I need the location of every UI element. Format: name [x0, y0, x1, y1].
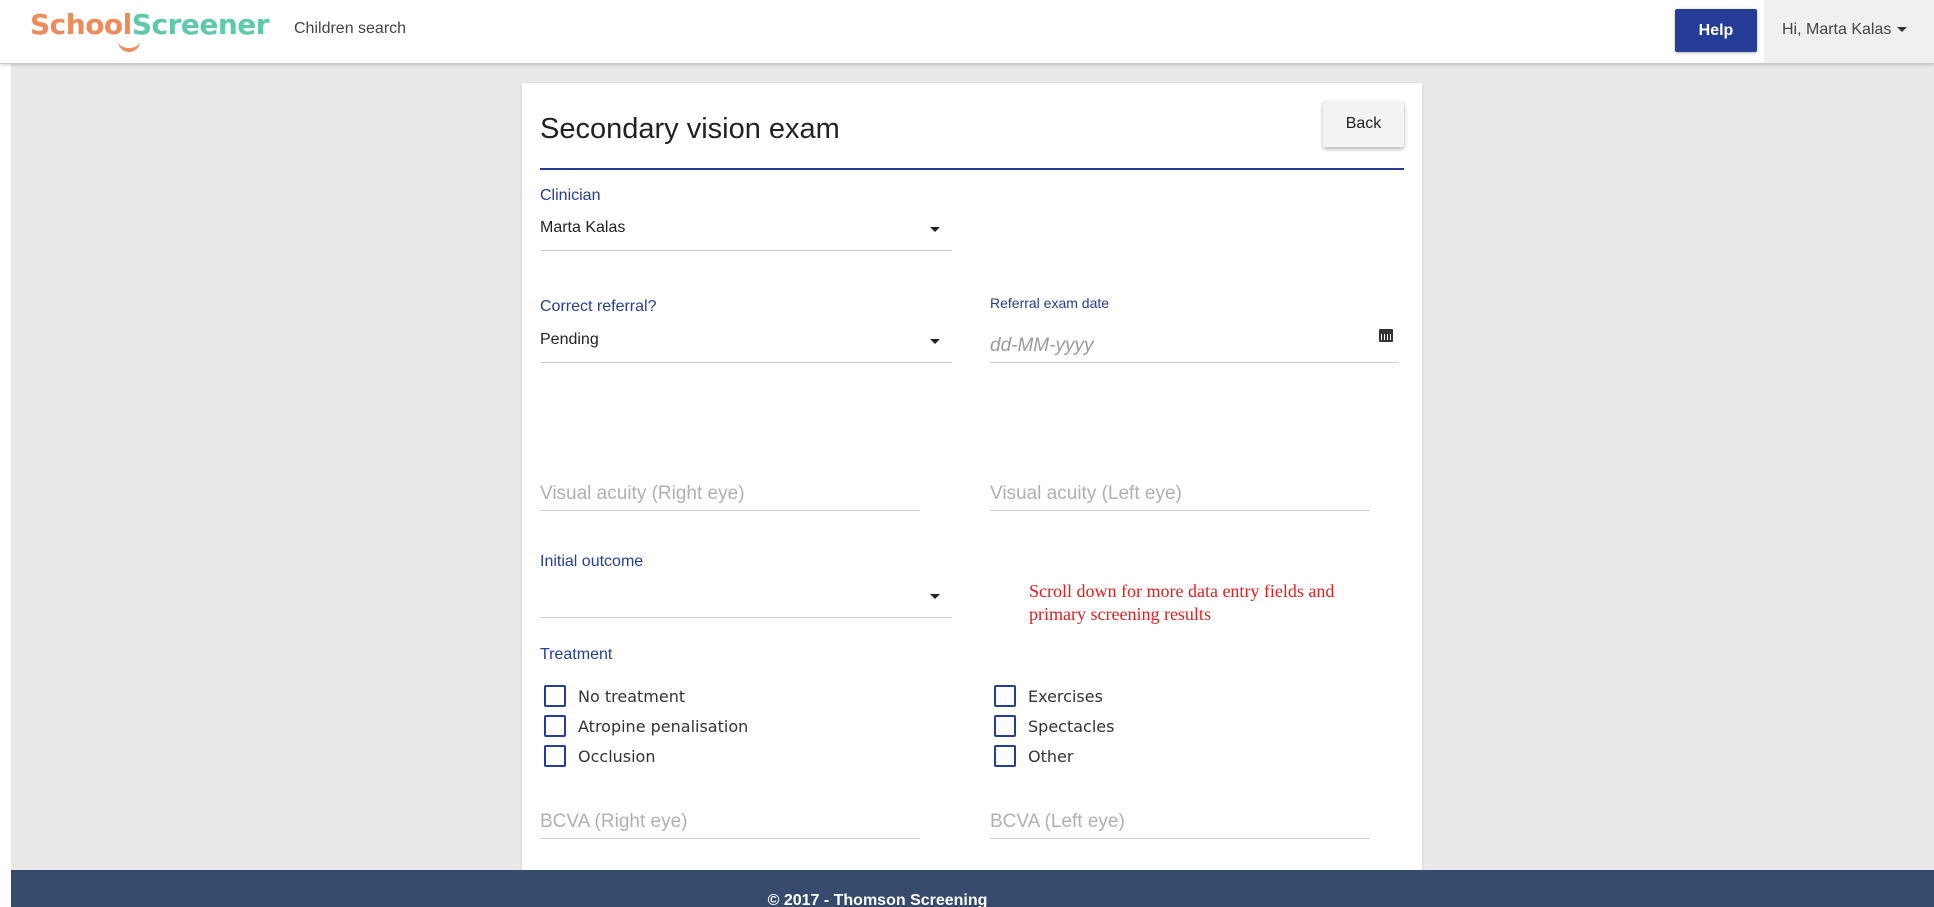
checkbox-label: Other: [1028, 746, 1074, 766]
visual-acuity-right-placeholder: Visual acuity (Right eye): [540, 483, 745, 504]
treatment-option[interactable]: Atropine penalisation: [540, 714, 748, 738]
title-divider: [540, 168, 1404, 170]
chevron-down-icon: [930, 227, 940, 232]
children-search-link[interactable]: Children search: [294, 20, 406, 38]
correct-referral-value: Pending: [540, 331, 599, 348]
user-menu[interactable]: Hi, Marta Kalas: [1764, 0, 1934, 63]
checkbox[interactable]: [544, 685, 566, 707]
schoolscreener-logo[interactable]: SchoolScreener: [30, 6, 270, 52]
referral-exam-date-input[interactable]: dd-MM-yyyy: [990, 323, 1398, 363]
bcva-right-placeholder: BCVA (Right eye): [540, 811, 688, 832]
checkbox-label: No treatment: [578, 686, 686, 706]
exam-form-card: Secondary vision exam Back Clinician Mar…: [522, 83, 1422, 883]
caret-down-icon: [1897, 27, 1908, 33]
clinician-value: Marta Kalas: [540, 219, 626, 236]
checkbox[interactable]: [994, 685, 1016, 707]
top-navbar: SchoolScreener Children search Help Hi, …: [0, 0, 1934, 64]
help-button[interactable]: Help: [1675, 9, 1757, 52]
checkbox-label: Exercises: [1028, 686, 1103, 706]
treatment-option[interactable]: Other: [990, 744, 1073, 768]
chevron-down-icon: [930, 339, 940, 344]
back-button[interactable]: Back: [1323, 101, 1404, 147]
treatment-option[interactable]: Spectacles: [990, 714, 1114, 738]
treatment-label: Treatment: [540, 646, 613, 663]
initial-outcome-label: Initial outcome: [540, 553, 644, 570]
treatment-option[interactable]: No treatment: [540, 684, 685, 708]
calendar-icon[interactable]: [1379, 329, 1393, 342]
bcva-left-input[interactable]: BCVA (Left eye): [990, 799, 1370, 839]
checkbox[interactable]: [544, 715, 566, 737]
checkbox[interactable]: [544, 745, 566, 767]
scroll-notice: Scroll down for more data entry fields a…: [1029, 581, 1335, 624]
correct-referral-label: Correct referral?: [540, 298, 657, 315]
bcva-right-input[interactable]: BCVA (Right eye): [540, 799, 920, 839]
chevron-down-icon: [930, 594, 940, 599]
copyright-text: © 2017 - Thomson Screening: [767, 892, 988, 907]
referral-exam-date-label: Referral exam date: [990, 295, 1110, 311]
page-footer: © 2017 - Thomson Screening: [11, 870, 1934, 907]
logo-smile-icon: [118, 40, 140, 52]
date-placeholder: dd-MM-yyyy: [990, 335, 1094, 356]
page-title: Secondary vision exam: [540, 113, 840, 145]
checkbox[interactable]: [994, 715, 1016, 737]
clinician-label: Clinician: [540, 187, 601, 204]
checkbox-label: Spectacles: [1028, 716, 1115, 736]
checkbox[interactable]: [994, 745, 1016, 767]
clinician-select[interactable]: Marta Kalas: [540, 211, 952, 251]
checkbox-label: Occlusion: [578, 746, 656, 766]
treatment-option[interactable]: Exercises: [990, 684, 1103, 708]
bcva-left-placeholder: BCVA (Left eye): [990, 811, 1125, 832]
initial-outcome-select[interactable]: [540, 578, 952, 618]
checkbox-label: Atropine penalisation: [578, 716, 749, 736]
user-greeting: Hi, Marta Kalas: [1782, 21, 1892, 38]
treatment-option[interactable]: Occlusion: [540, 744, 655, 768]
visual-acuity-left-input[interactable]: Visual acuity (Left eye): [990, 471, 1370, 511]
visual-acuity-right-input[interactable]: Visual acuity (Right eye): [540, 471, 920, 511]
visual-acuity-left-placeholder: Visual acuity (Left eye): [990, 483, 1182, 504]
correct-referral-select[interactable]: Pending: [540, 323, 952, 363]
